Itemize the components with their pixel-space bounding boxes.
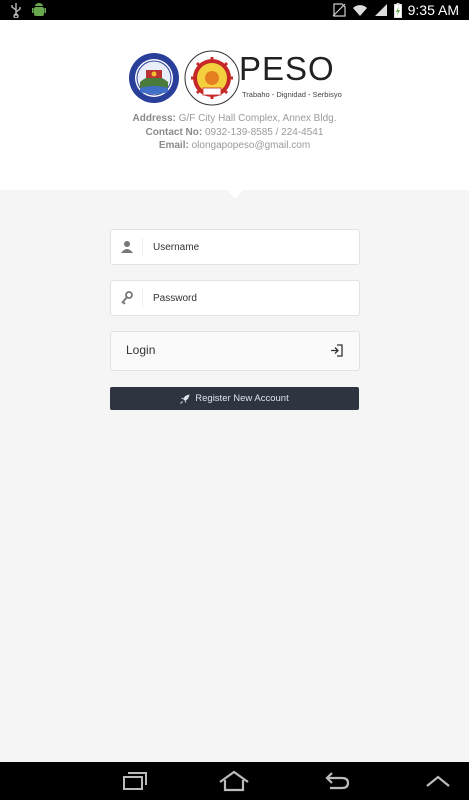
password-input[interactable]: [151, 281, 355, 315]
sign-in-icon: [331, 344, 343, 357]
address-value: G/F City Hall Complex, Annex Bldg.: [178, 113, 337, 124]
brand-tagline: Trabaho - Dignidad - Serbisyo: [242, 90, 342, 99]
rocket-icon: [180, 394, 190, 404]
user-icon: [121, 241, 133, 253]
olongapo-seal-icon: [129, 53, 179, 103]
status-clock: 9:35 AM: [407, 2, 459, 18]
email-label: Email:: [158, 140, 189, 151]
battery-charging-icon: [393, 2, 402, 18]
recent-apps-icon[interactable]: [118, 770, 148, 792]
address-line: Address: G/F City Hall Complex, Annex Bl…: [0, 112, 469, 126]
status-bar: 9:35 AM: [0, 0, 469, 20]
header-pointer: [226, 189, 244, 199]
username-field[interactable]: [110, 229, 360, 265]
login-button[interactable]: Login: [110, 331, 360, 371]
signal-icon: [374, 4, 387, 16]
menu-up-icon[interactable]: [424, 770, 452, 792]
no-sim-icon: [332, 3, 346, 17]
register-button[interactable]: Register New Account: [110, 387, 359, 410]
android-debug-icon: [32, 3, 46, 16]
email-value: olongapopeso@gmail.com: [191, 140, 311, 151]
field-divider: [142, 289, 143, 307]
login-button-label: Login: [126, 343, 156, 357]
contact-line: Contact No: 0932-139-8585 / 224-4541: [0, 126, 469, 140]
contact-label: Contact No:: [145, 126, 203, 138]
email-line: Email: olongapopeso@gmail.com: [0, 139, 469, 153]
register-button-label: Register New Account: [195, 393, 289, 404]
contact-info: Address: G/F City Hall Complex, Annex Bl…: [0, 112, 469, 153]
wifi-icon: [352, 5, 367, 16]
contact-value: 0932-139-8585 / 224-4541: [205, 126, 324, 138]
key-icon: [121, 291, 133, 305]
username-input[interactable]: [151, 230, 355, 264]
field-divider: [142, 238, 143, 256]
brand-name: PESO: [239, 50, 335, 87]
usb-icon: [11, 3, 21, 18]
peso-seal-icon: [184, 50, 240, 106]
address-label: Address:: [132, 113, 176, 124]
brand-logo-group: PESO Trabaho - Dignidad - Serbisyo: [126, 50, 342, 112]
home-icon[interactable]: [217, 770, 251, 792]
back-icon[interactable]: [322, 770, 350, 792]
system-nav-bar: [0, 762, 469, 800]
password-field[interactable]: [110, 280, 360, 316]
header: PESO Trabaho - Dignidad - Serbisyo Addre…: [0, 20, 469, 190]
